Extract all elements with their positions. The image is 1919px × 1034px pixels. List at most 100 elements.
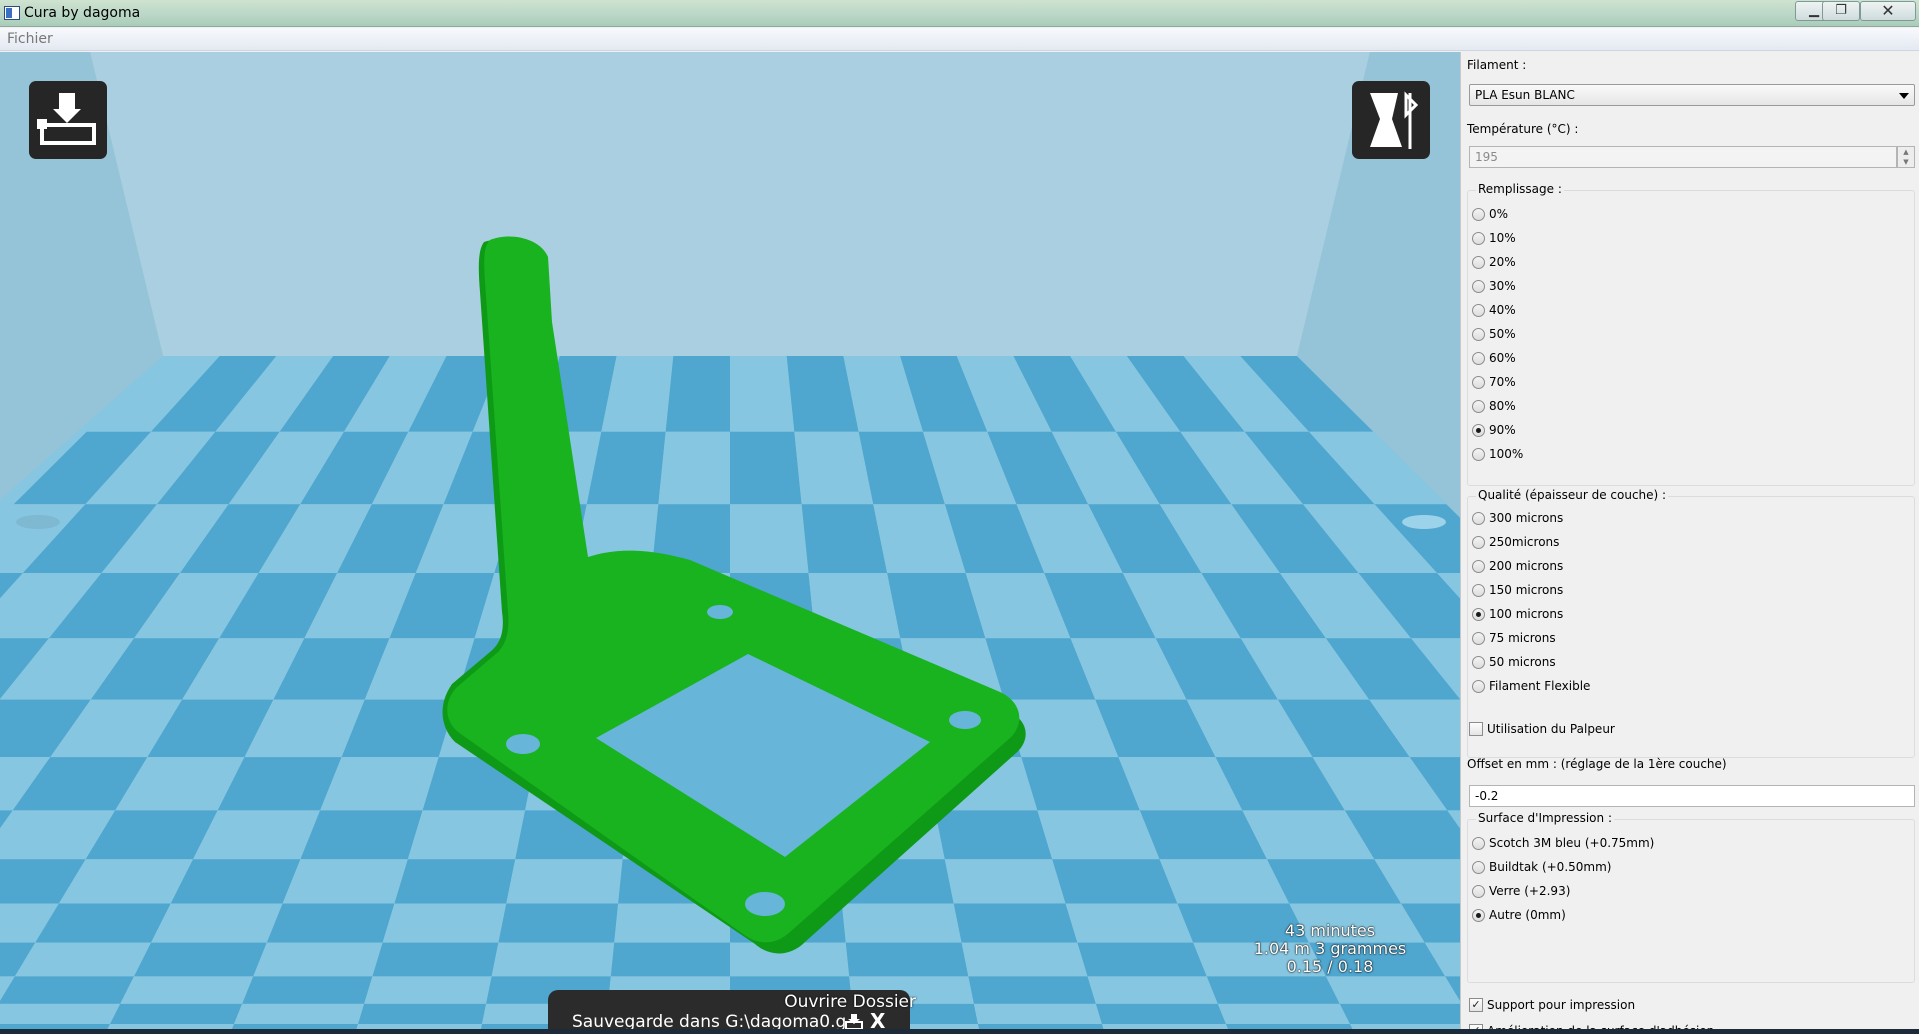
radio-button[interactable] bbox=[1472, 255, 1485, 269]
radio-button[interactable] bbox=[1472, 860, 1485, 874]
quality-option[interactable]: 100 microns bbox=[1472, 605, 1563, 623]
temperature-stepper[interactable]: ▲ ▼ bbox=[1897, 146, 1915, 168]
radio-button[interactable] bbox=[1472, 884, 1485, 898]
support-check[interactable]: ✓ bbox=[1469, 998, 1483, 1012]
infill-option[interactable]: 60% bbox=[1472, 349, 1516, 367]
radio-button[interactable] bbox=[1472, 511, 1485, 525]
offset-field[interactable]: -0.2 bbox=[1469, 785, 1915, 807]
radio-button[interactable] bbox=[1472, 679, 1485, 693]
quality-option[interactable]: Filament Flexible bbox=[1472, 677, 1590, 695]
build-volume-scene[interactable] bbox=[0, 52, 1460, 1034]
surface-option[interactable]: Autre (0mm) bbox=[1472, 906, 1566, 924]
support-checkbox[interactable]: ✓ Support pour impression bbox=[1469, 996, 1635, 1014]
quality-option[interactable]: 150 microns bbox=[1472, 581, 1563, 599]
radio-button[interactable] bbox=[1472, 279, 1485, 293]
radio-button[interactable] bbox=[1472, 231, 1485, 245]
radio-button[interactable] bbox=[1472, 303, 1485, 317]
support-label: Support pour impression bbox=[1487, 998, 1636, 1012]
quality-option[interactable]: 50 microns bbox=[1472, 653, 1556, 671]
grid-tile bbox=[14, 942, 152, 977]
grid-tile bbox=[0, 1003, 121, 1025]
3d-viewport[interactable]: 43 minutes 1.04 m 3 grammes 0.15 / 0.18 … bbox=[0, 52, 1460, 1034]
surface-option[interactable]: Buildtak (+0.50mm) bbox=[1472, 858, 1611, 876]
radio-button[interactable] bbox=[1472, 447, 1485, 461]
infill-option[interactable]: 0% bbox=[1472, 205, 1508, 223]
infill-option[interactable]: 90% bbox=[1472, 421, 1516, 439]
surface-option-label: Buildtak (+0.50mm) bbox=[1489, 860, 1612, 874]
grid-tile bbox=[242, 976, 373, 1004]
radio-button[interactable] bbox=[1472, 351, 1485, 365]
grid-tile bbox=[973, 1003, 1102, 1025]
menu-file[interactable]: Fichier bbox=[7, 31, 53, 47]
infill-option[interactable]: 80% bbox=[1472, 397, 1516, 415]
infill-option-label: 70% bbox=[1489, 375, 1516, 389]
quality-option[interactable]: 200 microns bbox=[1472, 557, 1563, 575]
stepper-down-icon[interactable]: ▼ bbox=[1898, 157, 1914, 167]
infill-option[interactable]: 10% bbox=[1472, 229, 1516, 247]
infill-option-label: 0% bbox=[1489, 207, 1509, 221]
view-mode-button[interactable] bbox=[1352, 81, 1430, 159]
quality-option-label: 100 microns bbox=[1489, 607, 1564, 621]
grid-tile bbox=[407, 810, 526, 860]
temperature-label: Température (°C) : bbox=[1467, 122, 1579, 136]
infill-group: Remplissage : 0% 10% 20% 30% 40% 50% 60% 70% 80%… bbox=[1467, 182, 1915, 486]
radio-button[interactable] bbox=[1472, 583, 1485, 597]
quality-option[interactable]: 250microns bbox=[1472, 533, 1559, 551]
grid-tile bbox=[1052, 859, 1178, 904]
infill-option[interactable]: 40% bbox=[1472, 301, 1516, 319]
radio-button[interactable] bbox=[1472, 559, 1485, 573]
probe-checkbox[interactable]: Utilisation du Palpeur bbox=[1469, 720, 1615, 738]
radio-button[interactable] bbox=[1472, 908, 1485, 922]
radio-button[interactable] bbox=[1472, 607, 1485, 621]
infill-option[interactable]: 100% bbox=[1472, 445, 1523, 463]
radio-button[interactable] bbox=[1472, 631, 1485, 645]
quality-option-label: Filament Flexible bbox=[1489, 679, 1591, 693]
surface-option[interactable]: Scotch 3M bleu (+0.75mm) bbox=[1472, 834, 1654, 852]
grid-tile bbox=[170, 859, 301, 904]
print-cost: 0.15 / 0.18 bbox=[1286, 957, 1374, 976]
grid-tile bbox=[961, 942, 1088, 977]
stepper-up-icon[interactable]: ▲ bbox=[1898, 147, 1914, 157]
grid-tile bbox=[394, 859, 516, 904]
quality-option[interactable]: 300 microns bbox=[1472, 509, 1563, 527]
infill-option[interactable]: 70% bbox=[1472, 373, 1516, 391]
grid-tile bbox=[234, 1003, 365, 1025]
radio-button[interactable] bbox=[1472, 375, 1485, 389]
grid-tile bbox=[253, 942, 383, 977]
grid-tile bbox=[730, 431, 802, 505]
radio-button[interactable] bbox=[1472, 327, 1485, 341]
grid-tile bbox=[151, 903, 283, 943]
infill-option[interactable]: 50% bbox=[1472, 325, 1516, 343]
grid-tile bbox=[1325, 976, 1460, 1004]
radio-button[interactable] bbox=[1472, 836, 1485, 850]
grid-tile bbox=[665, 356, 730, 432]
filament-value: PLA Esun BLANC bbox=[1475, 88, 1575, 102]
quality-option[interactable]: 75 microns bbox=[1472, 629, 1556, 647]
radio-button[interactable] bbox=[1472, 399, 1485, 413]
open-folder-link[interactable]: Ouvrire Dossier bbox=[784, 992, 916, 1012]
radio-button[interactable] bbox=[1472, 535, 1485, 549]
close-window-button[interactable]: ✕ bbox=[1860, 1, 1916, 21]
grid-tile bbox=[372, 942, 499, 977]
surface-title: Surface d'Impression : bbox=[1476, 811, 1614, 825]
temperature-field[interactable]: 195 bbox=[1469, 146, 1897, 168]
grid-tile bbox=[968, 976, 1096, 1004]
infill-option[interactable]: 20% bbox=[1472, 253, 1516, 271]
load-model-button[interactable] bbox=[29, 81, 107, 159]
surface-option[interactable]: Verre (+2.93) bbox=[1472, 882, 1570, 900]
infill-option[interactable]: 30% bbox=[1472, 277, 1516, 295]
taskbar-edge bbox=[0, 1029, 1919, 1034]
grid-tile bbox=[491, 942, 615, 977]
radio-button[interactable] bbox=[1472, 207, 1485, 221]
maximize-button[interactable]: ❐ bbox=[1822, 1, 1860, 21]
probe-check[interactable] bbox=[1469, 722, 1483, 736]
infill-option-label: 10% bbox=[1489, 231, 1516, 245]
grid-tile bbox=[120, 976, 254, 1004]
infill-option-label: 100% bbox=[1489, 447, 1524, 461]
grid-tile bbox=[1087, 976, 1218, 1004]
filament-select[interactable]: PLA Esun BLANC bbox=[1469, 84, 1915, 106]
grid-tile bbox=[944, 859, 1066, 904]
quality-option-label: 250microns bbox=[1489, 535, 1560, 549]
radio-button[interactable] bbox=[1472, 423, 1485, 437]
radio-button[interactable] bbox=[1472, 655, 1485, 669]
